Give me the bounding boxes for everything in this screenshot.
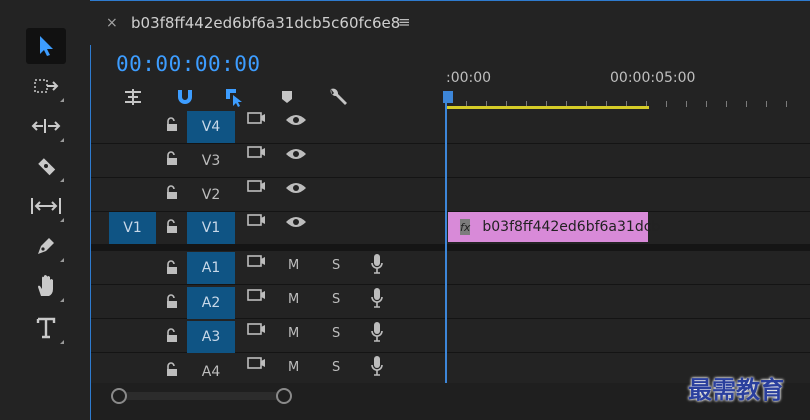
film-icon[interactable] [246, 355, 266, 371]
pen-tool[interactable] [26, 228, 66, 264]
track-label-v2[interactable]: V2 [187, 179, 235, 211]
playhead-line[interactable] [445, 93, 447, 383]
mic-icon[interactable] [370, 321, 384, 343]
slip-icon [31, 198, 61, 214]
mute-button[interactable]: M [288, 258, 299, 273]
ruler-tick [786, 101, 787, 107]
timeline-settings-button[interactable] [325, 86, 351, 108]
zoom-handle-left[interactable] [111, 388, 127, 404]
film-icon[interactable] [246, 110, 266, 126]
razor-tool[interactable] [26, 148, 66, 184]
mute-button[interactable]: M [288, 360, 299, 375]
pen-icon [38, 238, 54, 254]
type-tool[interactable] [26, 310, 66, 346]
ruler-tick [706, 101, 707, 107]
eye-icon[interactable] [285, 147, 307, 161]
arrow-icon [40, 36, 53, 56]
nest-icon [125, 89, 141, 105]
close-tab-icon[interactable]: × [106, 15, 118, 31]
track-select-tool[interactable] [26, 68, 66, 104]
lock-icon[interactable] [164, 219, 180, 235]
linked-selection-icon [226, 89, 242, 107]
fx-badge: fx [460, 219, 471, 235]
lock-icon[interactable] [164, 260, 180, 276]
playhead-handle[interactable] [443, 91, 453, 103]
solo-button[interactable]: S [332, 360, 340, 375]
timeline-clip[interactable]: fx b03f8ff442ed6bf6a31dcb [448, 212, 660, 242]
solo-button[interactable]: S [332, 258, 340, 273]
mute-button[interactable]: M [288, 326, 299, 341]
track-select-icon [34, 79, 59, 93]
watermark: 最需教育 [688, 375, 784, 404]
snap-button[interactable] [172, 86, 198, 108]
track-label-v4[interactable]: V4 [187, 111, 235, 143]
lock-icon[interactable] [164, 328, 180, 344]
track-label-v1[interactable]: V1 [187, 212, 235, 244]
lock-icon[interactable] [164, 117, 180, 133]
film-icon[interactable] [246, 178, 266, 194]
solo-button[interactable]: S [332, 326, 340, 341]
ripple-edit-icon [31, 119, 61, 133]
film-icon[interactable] [246, 144, 266, 160]
linked-selection-button[interactable] [222, 86, 248, 108]
track-label-a1[interactable]: A1 [187, 252, 235, 284]
video-audio-divider[interactable] [91, 244, 810, 251]
film-icon[interactable] [246, 253, 266, 269]
source-patch-v1[interactable]: V1 [109, 212, 156, 244]
lock-icon[interactable] [164, 362, 180, 378]
insert-sequence-nest-button[interactable] [120, 86, 146, 108]
wrench-icon [330, 88, 347, 105]
razor-icon [38, 158, 56, 176]
slip-tool[interactable] [26, 188, 66, 224]
tools-panel [0, 0, 90, 420]
ruler-tick [766, 101, 767, 107]
marker-icon [282, 91, 292, 103]
ruler-tick [686, 101, 687, 107]
tab-menu-icon[interactable]: ≡ [398, 13, 411, 31]
mute-button[interactable]: M [288, 292, 299, 307]
zoom-handle-right[interactable] [276, 388, 292, 404]
hand-icon [38, 275, 53, 296]
mic-icon[interactable] [370, 287, 384, 309]
add-marker-button[interactable] [274, 86, 300, 108]
film-icon[interactable] [246, 287, 266, 303]
ruler-label-5s: 00:00:05:00 [610, 70, 696, 86]
selection-tool[interactable] [26, 28, 66, 64]
mic-icon[interactable] [370, 355, 384, 377]
film-icon[interactable] [246, 212, 266, 228]
hand-tool[interactable] [26, 268, 66, 304]
lock-icon[interactable] [164, 185, 180, 201]
solo-button[interactable]: S [332, 292, 340, 307]
ruler-tick [726, 101, 727, 107]
eye-icon[interactable] [285, 181, 307, 195]
eye-icon[interactable] [285, 113, 307, 127]
lock-icon[interactable] [164, 151, 180, 167]
ruler-tick [746, 101, 747, 107]
ripple-edit-tool[interactable] [26, 108, 66, 144]
track-label-v3[interactable]: V3 [187, 145, 235, 177]
film-icon[interactable] [246, 321, 266, 337]
playhead-timecode[interactable]: 00:00:00:00 [116, 52, 261, 76]
clip-name: b03f8ff442ed6bf6a31dcb [482, 219, 661, 235]
lock-icon[interactable] [164, 294, 180, 310]
work-area-bar[interactable] [446, 106, 649, 109]
magnet-icon [178, 90, 192, 104]
track-label-a2[interactable]: A2 [187, 287, 235, 319]
ruler-label-start: :00:00 [446, 70, 492, 86]
zoom-scrollbar[interactable] [114, 392, 288, 400]
mic-icon[interactable] [370, 253, 384, 275]
track-label-a3[interactable]: A3 [187, 321, 235, 353]
eye-icon[interactable] [285, 215, 307, 229]
type-icon [36, 317, 56, 339]
ruler-tick [666, 101, 667, 107]
sequence-tab-title[interactable]: b03f8ff442ed6bf6a31dcb5c60fc6e8 [131, 14, 400, 32]
